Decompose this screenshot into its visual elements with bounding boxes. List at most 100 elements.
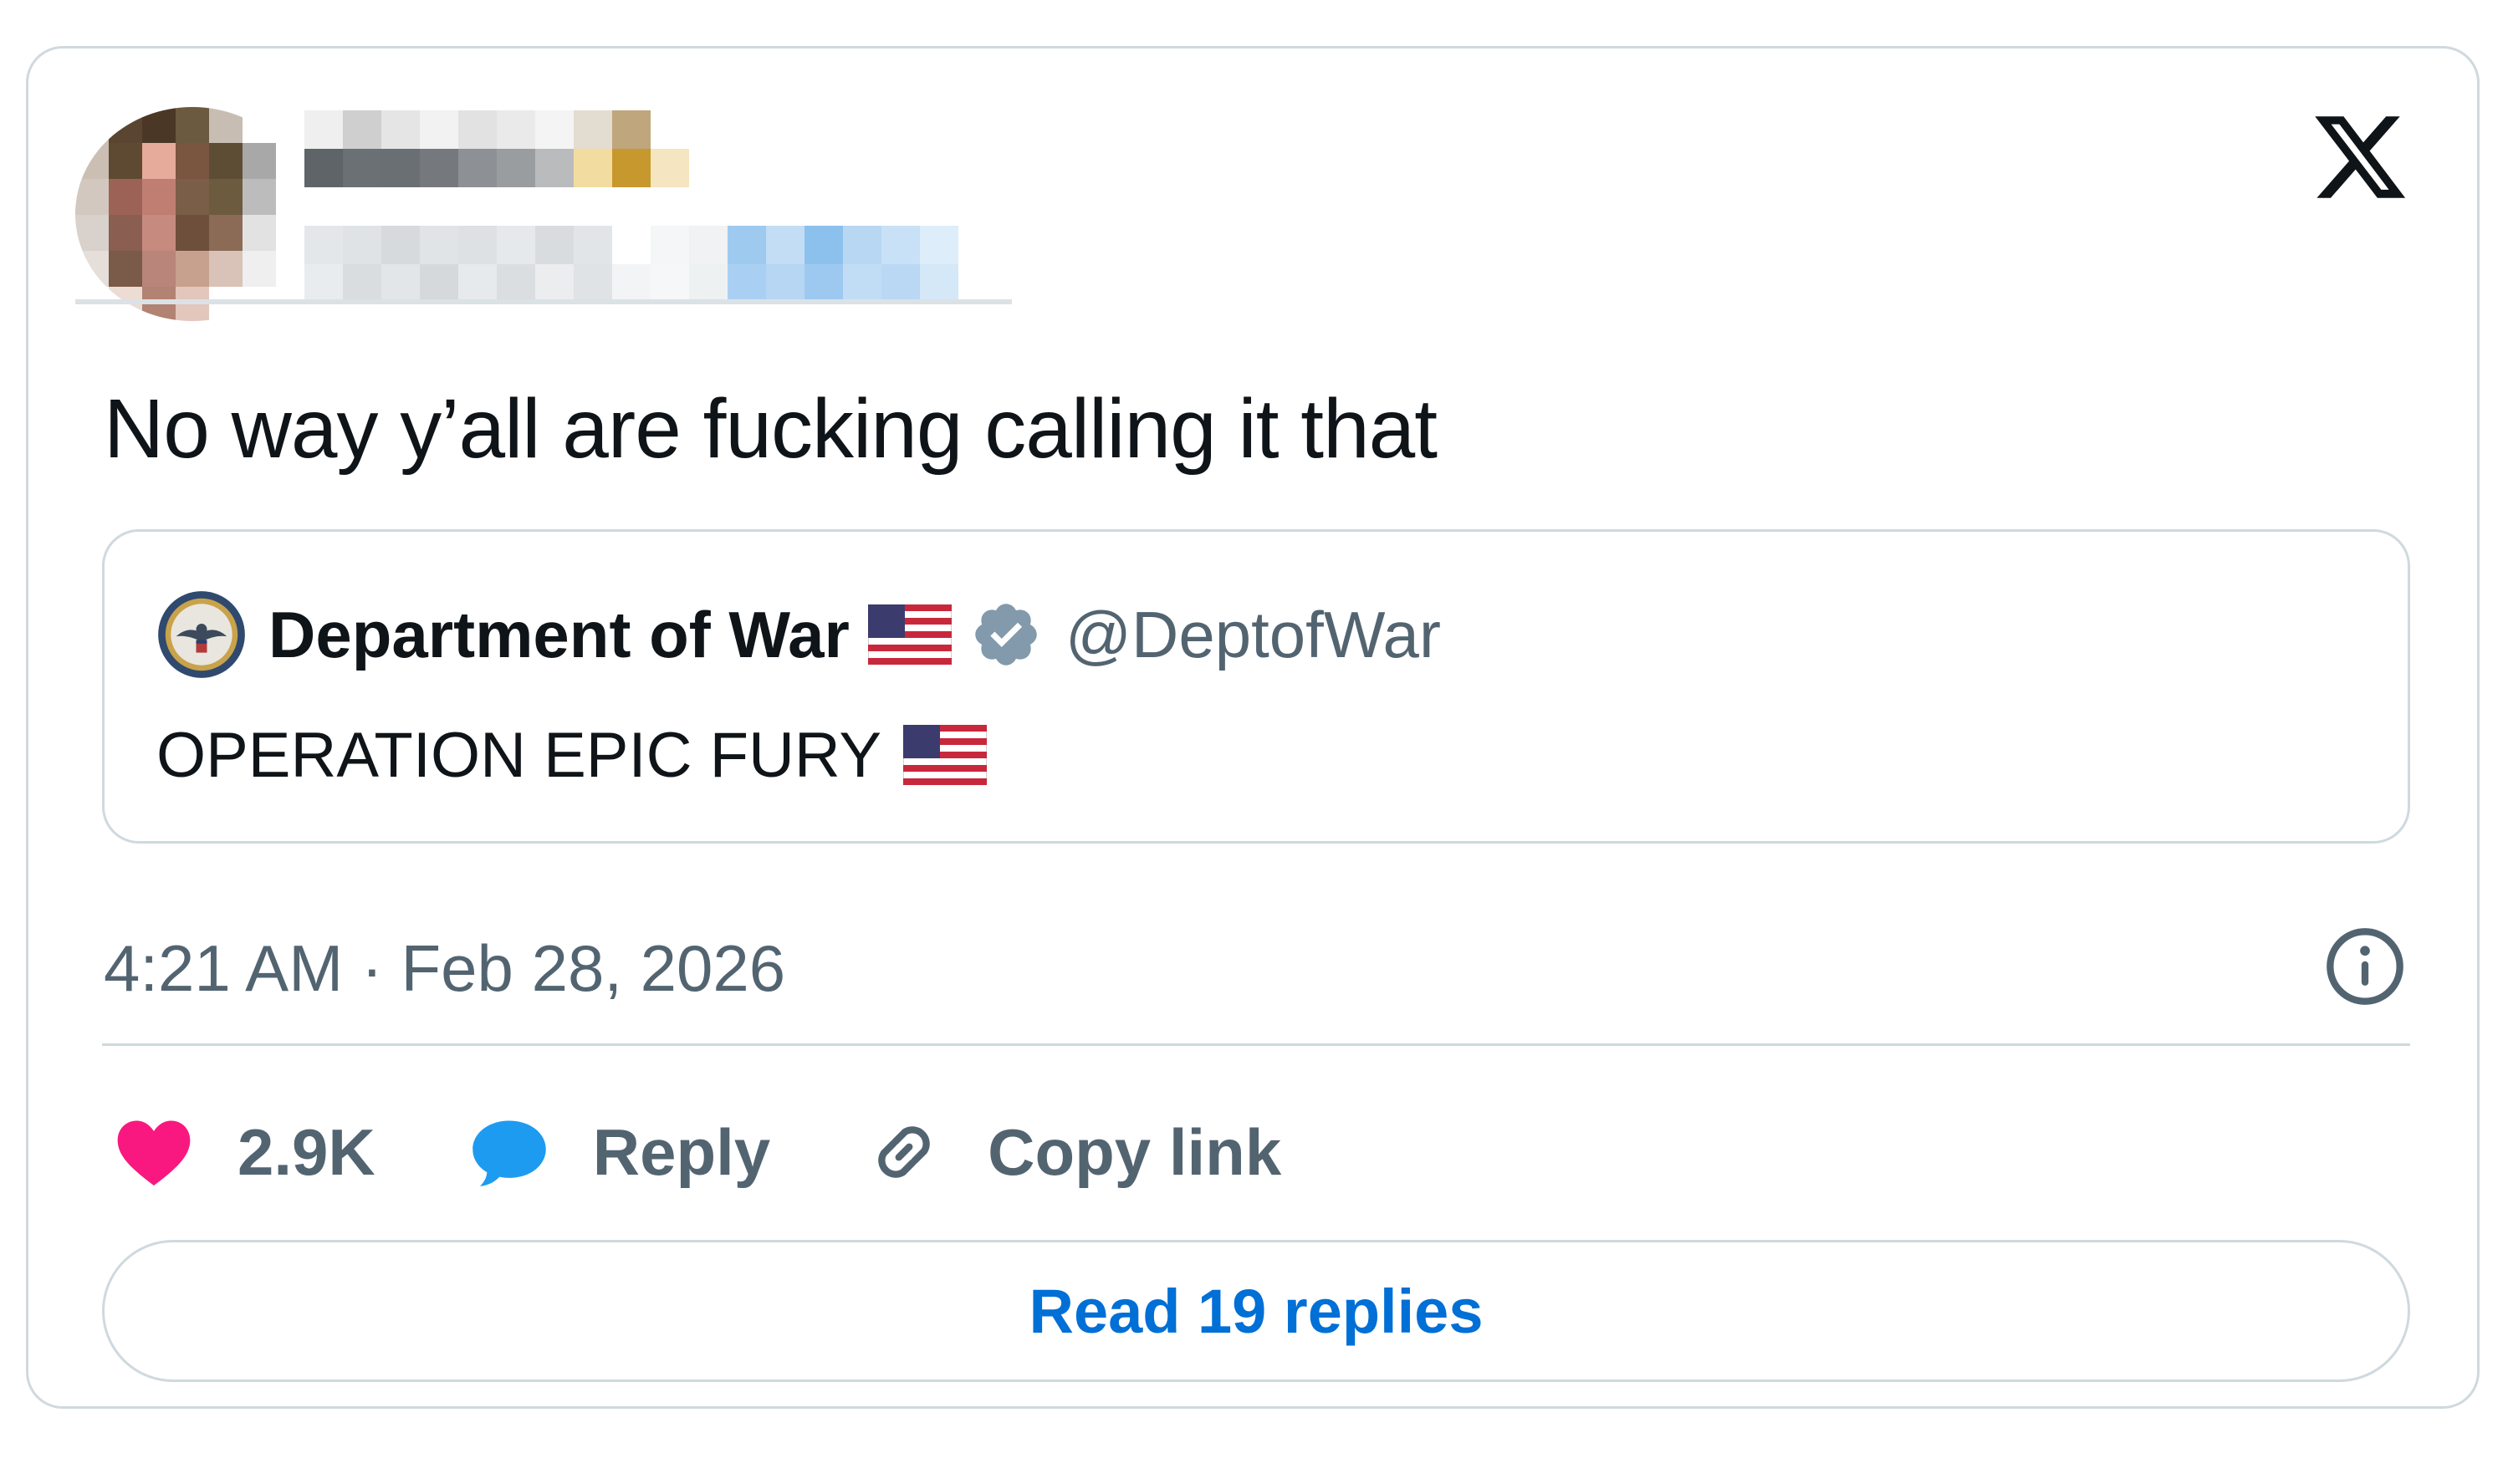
avatar-pixel [75, 107, 109, 143]
info-icon[interactable] [2323, 925, 2407, 1008]
avatar-pixel [243, 143, 276, 179]
handle-pixel [958, 264, 997, 303]
handle-pixel [766, 226, 805, 264]
avatar-pixel [243, 179, 276, 215]
handle-pixel [612, 264, 651, 303]
header-underline [75, 299, 1012, 304]
tweet-text: No way y’all are fucking calling it that [104, 382, 1438, 476]
quoted-tweet-text: OPERATION EPIC FURY [156, 709, 988, 801]
avatar-pixel [209, 143, 243, 179]
avatar-pixel [176, 143, 209, 179]
handle-pixel [497, 264, 535, 303]
avatar-pixel [109, 215, 142, 251]
handle-pixel [381, 226, 420, 264]
like-button[interactable]: 2.9K [112, 1110, 375, 1194]
copy-link-button[interactable]: Copy link [862, 1110, 1281, 1194]
handle-pixel [805, 226, 843, 264]
author-handle-redacted[interactable] [304, 226, 997, 303]
handle-pixel [766, 264, 805, 303]
name-pixel [458, 110, 497, 149]
name-pixel [574, 149, 612, 187]
name-pixel [535, 110, 574, 149]
name-pixel [574, 110, 612, 149]
name-pixel [381, 149, 420, 187]
name-pixel [304, 110, 343, 149]
handle-pixel [881, 264, 920, 303]
avatar-pixel [142, 143, 176, 179]
name-pixel [458, 149, 497, 187]
avatar-pixel [109, 251, 142, 287]
quoted-tweet-header: Department of War @DeptofWar [156, 589, 1441, 681]
quoted-author-name[interactable]: Department of War [268, 597, 850, 673]
avatar-pixel [176, 251, 209, 287]
avatar-pixel [243, 107, 276, 143]
handle-pixel [843, 264, 881, 303]
handle-pixel [304, 264, 343, 303]
handle-pixel [843, 226, 881, 264]
reply-bubble-icon [472, 1120, 546, 1186]
heart-icon [117, 1120, 191, 1186]
handle-pixel [535, 264, 574, 303]
name-pixel [612, 149, 651, 187]
handle-pixel [304, 226, 343, 264]
avatar-pixel [75, 143, 109, 179]
handle-pixel [343, 226, 381, 264]
avatar-pixel [209, 179, 243, 215]
avatar-pixel [109, 143, 142, 179]
avatar-pixel [109, 107, 142, 143]
name-pixel [343, 110, 381, 149]
name-pixel [381, 110, 420, 149]
handle-pixel [574, 226, 612, 264]
tweet-actions: 2.9K Reply Copy link [112, 1102, 1373, 1202]
read-replies-button[interactable]: Read 19 replies [102, 1240, 2410, 1382]
name-pixel [497, 149, 535, 187]
name-pixel [497, 110, 535, 149]
handle-pixel [651, 264, 689, 303]
tweet-timestamp[interactable]: 4:21 AM · Feb 28, 2026 [104, 926, 785, 1010]
verified-badge-icon [975, 604, 1037, 666]
handle-pixel [689, 226, 728, 264]
reply-label: Reply [592, 1114, 771, 1189]
handle-pixel [458, 226, 497, 264]
name-pixel [420, 149, 458, 187]
us-flag-icon [903, 725, 988, 785]
handle-pixel [689, 264, 728, 303]
avatar-pixel [142, 179, 176, 215]
avatar-pixel [176, 179, 209, 215]
handle-pixel [420, 226, 458, 264]
handle-pixel [381, 264, 420, 303]
handle-pixel [535, 226, 574, 264]
name-pixel [535, 149, 574, 187]
avatar-pixel [176, 215, 209, 251]
handle-pixel [920, 264, 958, 303]
author-name-redacted[interactable] [304, 110, 689, 187]
avatar-pixel [109, 179, 142, 215]
avatar-pixel [209, 251, 243, 287]
name-pixel [651, 149, 689, 187]
avatar-pixel [142, 107, 176, 143]
x-logo-icon[interactable] [2310, 107, 2410, 207]
handle-pixel [343, 264, 381, 303]
handle-pixel [728, 264, 766, 303]
avatar-pixel [243, 251, 276, 287]
author-avatar[interactable] [75, 107, 309, 321]
avatar-pixel [142, 251, 176, 287]
us-flag-icon [867, 604, 952, 665]
name-pixel [651, 110, 689, 149]
quoted-tweet[interactable]: Department of War @DeptofWar OPERATION E… [102, 529, 2410, 844]
handle-pixel [458, 264, 497, 303]
handle-pixel [805, 264, 843, 303]
avatar-pixel [209, 107, 243, 143]
dept-seal-icon [158, 591, 245, 678]
avatar-pixel [75, 179, 109, 215]
quoted-author-handle[interactable]: @DeptofWar [1065, 597, 1441, 673]
handle-pixel [497, 226, 535, 264]
avatar-pixel [142, 215, 176, 251]
name-pixel [304, 149, 343, 187]
reply-button[interactable]: Reply [467, 1110, 770, 1194]
read-replies-label: Read 19 replies [1029, 1276, 1484, 1346]
handle-pixel [574, 264, 612, 303]
handle-pixel [728, 226, 766, 264]
handle-pixel [612, 226, 651, 264]
handle-pixel [651, 226, 689, 264]
